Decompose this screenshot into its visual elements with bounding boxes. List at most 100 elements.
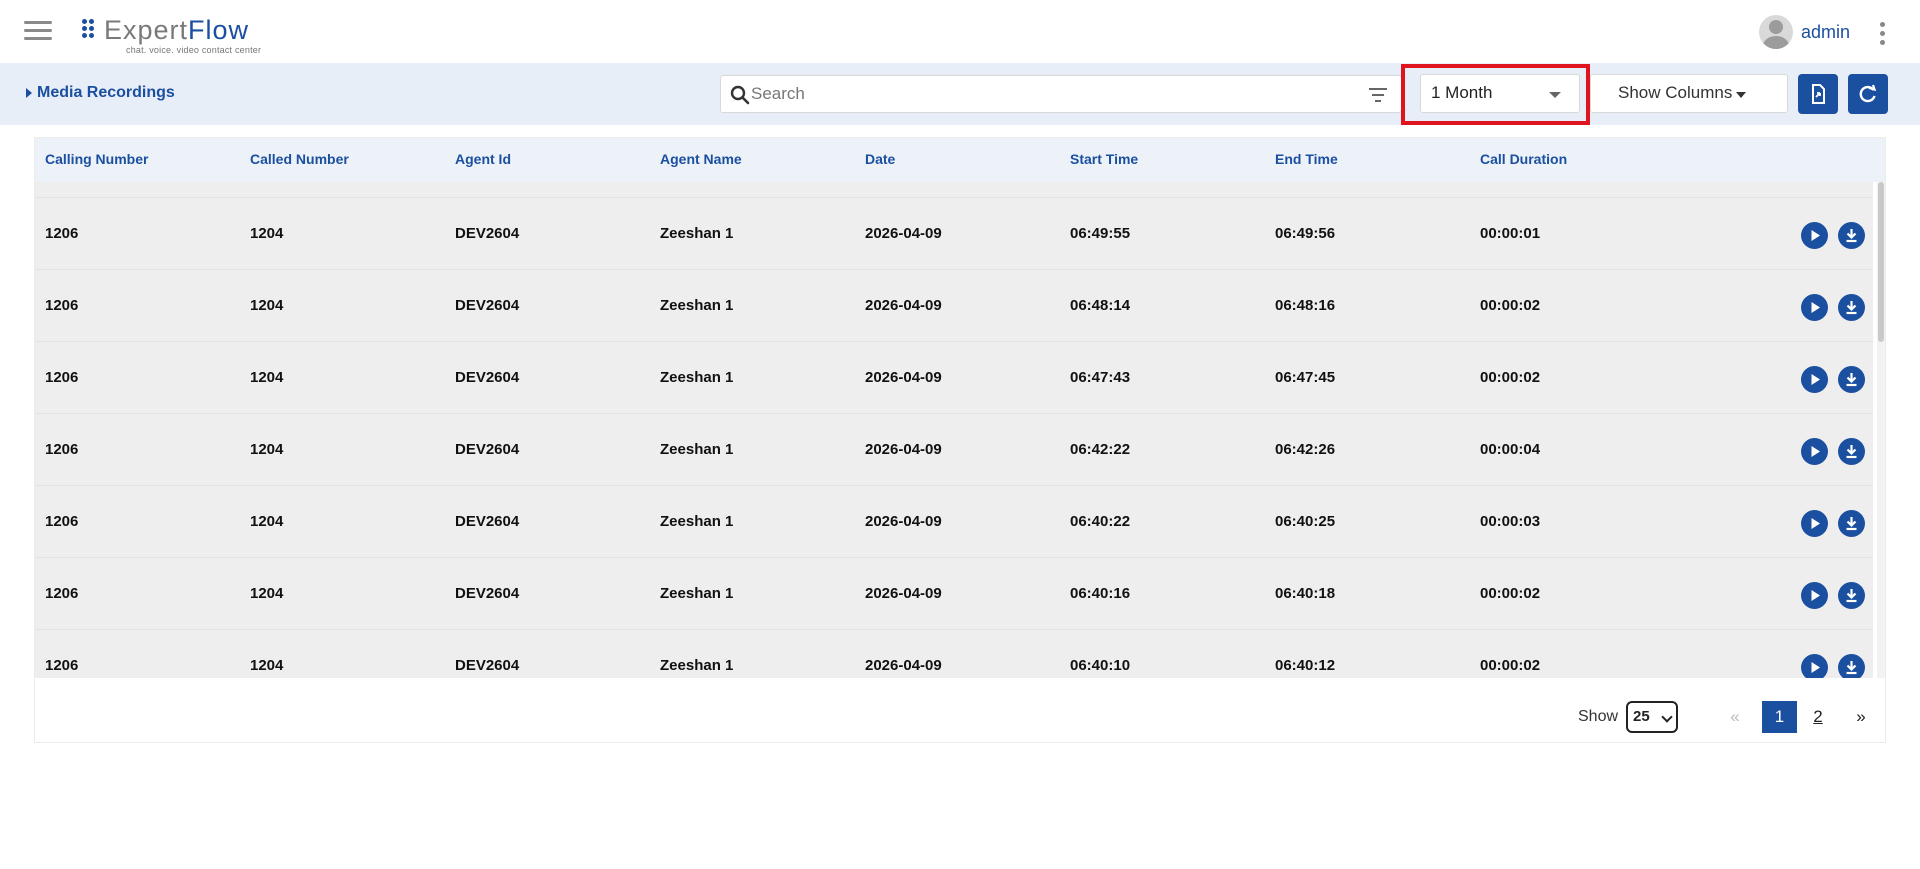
- username[interactable]: admin: [1801, 22, 1850, 43]
- table-row[interactable]: 1206 1204 DEV2604 Zeeshan 1 2026-04-09 06:42:…: [35, 414, 1873, 486]
- column-header[interactable]: Call Duration: [1480, 151, 1567, 167]
- user-menu[interactable]: admin: [1758, 14, 1850, 50]
- page-title[interactable]: Media Recordings: [26, 84, 175, 102]
- play-recording-button[interactable]: [1801, 222, 1828, 249]
- menu-icon[interactable]: [24, 21, 52, 41]
- call-duration-cell: 00:00:03: [1480, 513, 1541, 530]
- filter-icon[interactable]: [1367, 86, 1389, 104]
- calling-number-cell: 1206: [45, 657, 79, 674]
- calling-number-cell: 1206: [45, 513, 79, 530]
- call-duration-cell: 00:00:04: [1480, 441, 1541, 458]
- agent-name-cell: Zeeshan 1: [660, 369, 734, 386]
- play-recording-button[interactable]: [1801, 510, 1828, 537]
- table-row[interactable]: 1206 1204 DEV2604 Zeeshan 1 2026-04-09 06:47:…: [35, 342, 1873, 414]
- play-recording-button[interactable]: [1801, 438, 1828, 465]
- table-scrollbar[interactable]: [1877, 182, 1885, 678]
- date-cell: 2026-04-09: [865, 657, 942, 674]
- column-header[interactable]: Called Number: [250, 151, 349, 167]
- download-recording-button[interactable]: [1838, 510, 1865, 537]
- next-page-button[interactable]: »: [1851, 701, 1871, 733]
- called-number-cell: 1204: [250, 657, 284, 674]
- play-icon: [1811, 590, 1820, 601]
- show-columns-button[interactable]: Show Columns: [1590, 74, 1788, 113]
- column-header[interactable]: Date: [865, 151, 895, 167]
- agent-id-cell: DEV2604: [455, 297, 520, 314]
- download-recording-button[interactable]: [1838, 438, 1865, 465]
- recordings-table: Calling Number Called Number Agent Id Ag…: [34, 137, 1886, 743]
- agent-id-cell: DEV2604: [455, 441, 520, 458]
- download-recording-button[interactable]: [1838, 654, 1865, 678]
- end-time-cell: 06:48:16: [1275, 297, 1336, 314]
- play-icon: [1811, 374, 1820, 385]
- prev-page-button[interactable]: «: [1725, 701, 1745, 733]
- avatar[interactable]: [1758, 15, 1793, 49]
- search-input[interactable]: [751, 76, 1351, 112]
- more-options-icon[interactable]: [1880, 22, 1886, 46]
- calling-number-cell: 1206: [45, 225, 79, 242]
- download-recording-button[interactable]: [1838, 222, 1865, 249]
- page-size-select[interactable]: 25: [1626, 701, 1678, 733]
- called-number-cell: 1204: [250, 297, 284, 314]
- call-duration-cell: 00:00:02: [1480, 297, 1541, 314]
- app-header: ExpertFlow chat. voice. video contact ce…: [0, 0, 1920, 63]
- agent-id-cell: DEV2604: [455, 225, 520, 242]
- table-body[interactable]: 1206 1204 DEV2604 Zeeshan 1 2026-04-09 06:49:…: [35, 182, 1885, 678]
- table-row[interactable]: 1206 1204 DEV2604 Zeeshan 1 2026-04-09 06:40:…: [35, 558, 1873, 630]
- agent-id-cell: DEV2604: [455, 657, 520, 674]
- column-header[interactable]: End Time: [1275, 151, 1338, 167]
- end-time-cell: 06:40:18: [1275, 585, 1336, 602]
- column-header[interactable]: Agent Id: [455, 151, 511, 167]
- agent-id-cell: DEV2604: [455, 585, 520, 602]
- agent-name-cell: Zeeshan 1: [660, 585, 734, 602]
- called-number-cell: 1204: [250, 369, 284, 386]
- agent-id-cell: DEV2604: [455, 369, 520, 386]
- play-icon: [1811, 518, 1820, 529]
- column-header[interactable]: Agent Name: [660, 151, 742, 167]
- page-2-button[interactable]: 2: [1805, 701, 1831, 733]
- download-icon: [1846, 589, 1857, 603]
- play-recording-button[interactable]: [1801, 366, 1828, 393]
- page-1-button[interactable]: 1: [1762, 701, 1797, 733]
- date-range-select[interactable]: 1 Month: [1420, 74, 1580, 113]
- page-size-value: 25: [1633, 708, 1650, 725]
- call-duration-cell: 00:00:02: [1480, 585, 1541, 602]
- play-recording-button[interactable]: [1801, 582, 1828, 609]
- agent-name-cell: Zeeshan 1: [660, 657, 734, 674]
- end-time-cell: 06:49:56: [1275, 225, 1336, 242]
- export-button[interactable]: [1798, 74, 1838, 114]
- calling-number-cell: 1206: [45, 585, 79, 602]
- date-range-value: 1 Month: [1431, 83, 1493, 102]
- play-recording-button[interactable]: [1801, 654, 1828, 678]
- start-time-cell: 06:40:16: [1070, 585, 1131, 602]
- page-title-label: Media Recordings: [37, 84, 175, 101]
- download-icon: [1846, 445, 1857, 459]
- date-cell: 2026-04-09: [865, 369, 942, 386]
- table-row[interactable]: 1206 1204 DEV2604 Zeeshan 1 2026-04-09 06:49:…: [35, 198, 1873, 270]
- date-cell: 2026-04-09: [865, 585, 942, 602]
- refresh-button[interactable]: [1848, 74, 1888, 114]
- export-file-icon: [1812, 84, 1825, 104]
- search-icon: [730, 85, 750, 105]
- play-recording-button[interactable]: [1801, 294, 1828, 321]
- start-time-cell: 06:47:43: [1070, 369, 1131, 386]
- table-footer: Show 25 « 1 2 »: [35, 678, 1885, 742]
- download-recording-button[interactable]: [1838, 582, 1865, 609]
- logo-text: ExpertFlow: [104, 15, 250, 45]
- table-row[interactable]: 1206 1204 DEV2604 Zeeshan 1 2026-04-09 06:48:…: [35, 270, 1873, 342]
- calling-number-cell: 1206: [45, 441, 79, 458]
- call-duration-cell: 00:00:02: [1480, 369, 1541, 386]
- agent-id-cell: DEV2604: [455, 513, 520, 530]
- column-header[interactable]: Start Time: [1070, 151, 1138, 167]
- download-recording-button[interactable]: [1838, 294, 1865, 321]
- download-recording-button[interactable]: [1838, 366, 1865, 393]
- scrollbar-thumb[interactable]: [1878, 182, 1884, 342]
- table-row[interactable]: 1206 1204 DEV2604 Zeeshan 1 2026-04-09 06:40:…: [35, 486, 1873, 558]
- play-icon: [1811, 662, 1820, 673]
- table-header: Calling Number Called Number Agent Id Ag…: [35, 138, 1885, 182]
- table-row[interactable]: 1206 1204 DEV2604 Zeeshan 1 2026-04-09 06:40:…: [35, 630, 1873, 678]
- download-icon: [1846, 229, 1857, 243]
- caret-right-icon: [26, 88, 32, 98]
- agent-name-cell: Zeeshan 1: [660, 441, 734, 458]
- column-header[interactable]: Calling Number: [45, 151, 148, 167]
- called-number-cell: 1204: [250, 441, 284, 458]
